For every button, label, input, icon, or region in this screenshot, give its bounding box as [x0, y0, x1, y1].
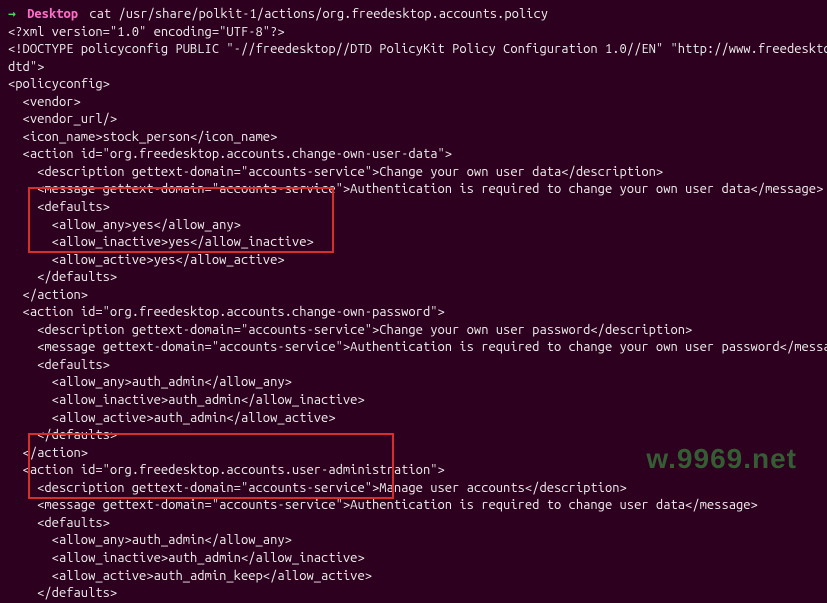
- action1-allow-active: <allow_active>yes</allow_active>: [8, 253, 285, 267]
- action2-description: <description gettext-domain="accounts-se…: [8, 323, 692, 337]
- action1-message: <message gettext-domain="accounts-servic…: [8, 182, 823, 196]
- action1-allow-any: <allow_any>yes</allow_any>: [8, 218, 241, 232]
- action1-defaults-close: </defaults>: [8, 270, 117, 284]
- prompt-host: Desktop: [27, 7, 78, 21]
- policyconfig-open: <policyconfig>: [8, 77, 110, 91]
- icon-name-tag: <icon_name>stock_person</icon_name>: [8, 130, 277, 144]
- prompt-command: cat /usr/share/polkit-1/actions/org.free…: [89, 7, 548, 21]
- action3-defaults-close: </defaults>: [8, 586, 117, 600]
- action2-message: <message gettext-domain="accounts-servic…: [8, 340, 827, 354]
- terminal-prompt-line[interactable]: → Desktop cat /usr/share/polkit-1/action…: [8, 6, 819, 24]
- action3-description: <description gettext-domain="accounts-se…: [8, 481, 627, 495]
- action2-allow-inactive: <allow_inactive>auth_admin</allow_inacti…: [8, 393, 365, 407]
- vendor-url-tag: <vendor_url/>: [8, 112, 117, 126]
- action1-description: <description gettext-domain="accounts-se…: [8, 165, 663, 179]
- action-user-administration-open: <action id="org.freedesktop.accounts.use…: [8, 463, 445, 477]
- action2-defaults-close: </defaults>: [8, 428, 117, 442]
- action2-allow-any: <allow_any>auth_admin</allow_any>: [8, 375, 292, 389]
- action1-close: </action>: [8, 288, 88, 302]
- action3-message: <message gettext-domain="accounts-servic…: [8, 498, 758, 512]
- action2-close: </action>: [8, 446, 88, 460]
- action1-allow-inactive: <allow_inactive>yes</allow_inactive>: [8, 235, 314, 249]
- action3-allow-active: <allow_active>auth_admin_keep</allow_act…: [8, 569, 372, 583]
- doctype-line-wrap: dtd">: [8, 60, 44, 74]
- action1-defaults-open: <defaults>: [8, 200, 110, 214]
- action-change-own-password-open: <action id="org.freedesktop.accounts.cha…: [8, 305, 445, 319]
- doctype-line: <!DOCTYPE policyconfig PUBLIC "-//freede…: [8, 42, 827, 56]
- prompt-arrow-icon: →: [8, 7, 16, 21]
- vendor-tag: <vendor>: [8, 95, 81, 109]
- action2-allow-active: <allow_active>auth_admin</allow_active>: [8, 411, 336, 425]
- action3-defaults-open: <defaults>: [8, 516, 110, 530]
- action2-defaults-open: <defaults>: [8, 358, 110, 372]
- action3-allow-any: <allow_any>auth_admin</allow_any>: [8, 533, 292, 547]
- xml-declaration: <?xml version="1.0" encoding="UTF-8"?>: [8, 25, 285, 39]
- file-output[interactable]: <?xml version="1.0" encoding="UTF-8"?> <…: [8, 24, 819, 603]
- action3-allow-inactive: <allow_inactive>auth_admin</allow_inacti…: [8, 551, 365, 565]
- action-change-own-user-data-open: <action id="org.freedesktop.accounts.cha…: [8, 147, 452, 161]
